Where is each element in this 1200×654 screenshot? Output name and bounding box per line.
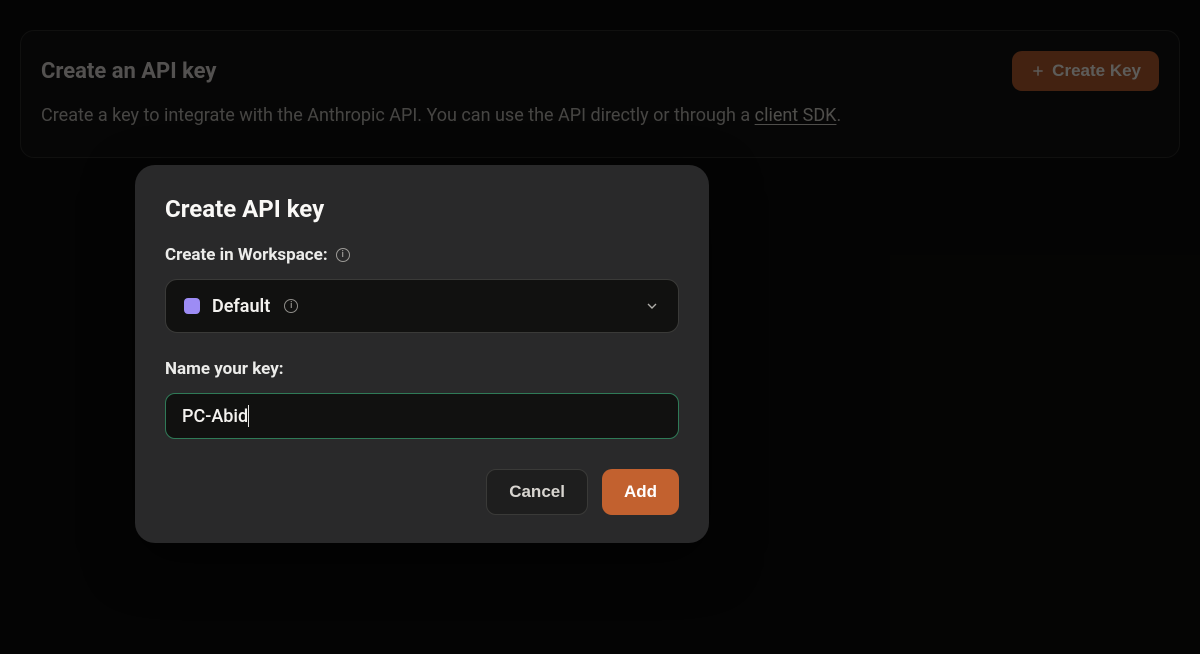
create-api-key-modal: Create API key Create in Workspace: i De… bbox=[135, 165, 709, 543]
info-icon[interactable]: i bbox=[336, 248, 350, 262]
key-name-label: Name your key: bbox=[165, 359, 284, 379]
key-name-input[interactable] bbox=[165, 393, 679, 439]
info-icon: i bbox=[284, 299, 298, 313]
modal-title: Create API key bbox=[165, 195, 679, 223]
cancel-button[interactable]: Cancel bbox=[486, 469, 588, 515]
key-name-label-row: Name your key: bbox=[165, 359, 679, 379]
workspace-label: Create in Workspace: bbox=[165, 245, 328, 265]
key-name-input-wrap: PC-Abid bbox=[165, 393, 679, 439]
add-button[interactable]: Add bbox=[602, 469, 679, 515]
workspace-selected-name: Default bbox=[212, 296, 270, 317]
modal-actions: Cancel Add bbox=[165, 469, 679, 515]
workspace-label-row: Create in Workspace: i bbox=[165, 245, 679, 265]
workspace-swatch-icon bbox=[184, 298, 200, 314]
workspace-select[interactable]: Default i bbox=[165, 279, 679, 333]
workspace-selected-wrap: Default i bbox=[184, 296, 298, 317]
chevron-down-icon bbox=[644, 298, 660, 314]
